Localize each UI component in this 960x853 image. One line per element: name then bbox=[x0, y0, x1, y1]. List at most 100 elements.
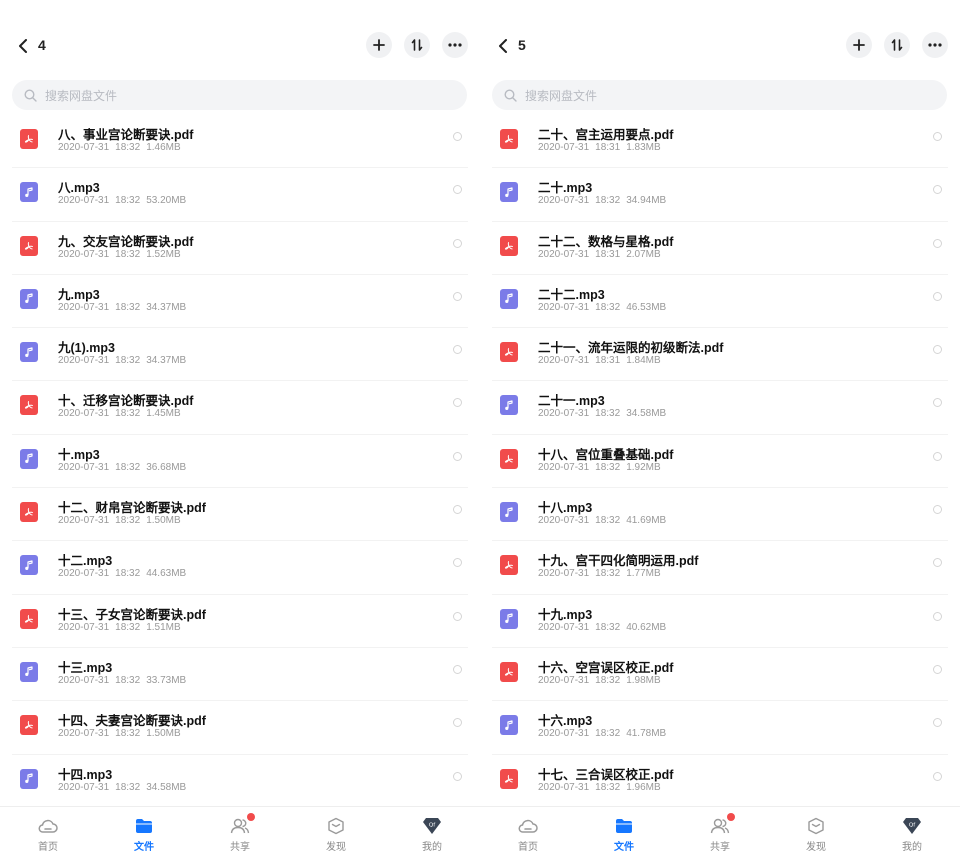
select-radio[interactable] bbox=[933, 611, 942, 621]
file-time: 18:32 bbox=[595, 568, 621, 580]
select-radio[interactable] bbox=[453, 505, 462, 515]
tab-files[interactable]: 文件 bbox=[124, 817, 164, 853]
tab-files[interactable]: 文件 bbox=[604, 817, 644, 853]
file-name: 十四、夫妻宫论断要诀.pdf bbox=[58, 714, 206, 729]
file-row[interactable]: 十.mp3 2020-07-31 18:32 36.68MB bbox=[12, 435, 468, 489]
file-row[interactable]: 八、事业宫论断要诀.pdf 2020-07-31 18:32 1.46MB bbox=[12, 115, 468, 169]
file-type-icon bbox=[20, 661, 38, 682]
sort-button[interactable] bbox=[884, 32, 910, 58]
select-radio[interactable] bbox=[933, 718, 942, 728]
file-row[interactable]: 二十.mp3 2020-07-31 18:32 34.94MB bbox=[492, 168, 948, 222]
select-radio[interactable] bbox=[453, 664, 462, 674]
more-button[interactable] bbox=[922, 32, 948, 58]
plus-icon bbox=[373, 39, 385, 51]
select-radio[interactable] bbox=[933, 451, 942, 461]
file-row[interactable]: 二十二.mp3 2020-07-31 18:32 46.53MB bbox=[492, 275, 948, 329]
add-button[interactable] bbox=[846, 32, 872, 58]
file-row[interactable]: 九(1).mp3 2020-07-31 18:32 34.37MB bbox=[12, 328, 468, 382]
tab-home[interactable]: 首页 bbox=[508, 817, 548, 853]
file-row[interactable]: 十九.mp3 2020-07-31 18:32 40.62MB bbox=[492, 595, 948, 648]
select-radio[interactable] bbox=[453, 345, 462, 355]
select-radio[interactable] bbox=[933, 664, 942, 674]
file-name: 十.mp3 bbox=[58, 447, 100, 462]
file-row[interactable]: 十六.mp3 2020-07-31 18:32 41.78MB bbox=[492, 701, 948, 755]
file-type-icon bbox=[20, 235, 38, 256]
tab-mine[interactable]: Qf 我的 bbox=[892, 817, 932, 853]
file-row[interactable]: 十二、财帛宫论断要诀.pdf 2020-07-31 18:32 1.50MB bbox=[12, 488, 468, 542]
select-radio[interactable] bbox=[933, 398, 942, 408]
select-radio[interactable] bbox=[453, 185, 462, 195]
file-size: 1.77MB bbox=[626, 568, 661, 580]
file-date: 2020-07-31 bbox=[58, 781, 110, 793]
tab-discover[interactable]: 发现 bbox=[796, 817, 836, 853]
file-time: 18:31 bbox=[595, 142, 621, 153]
tab-discover[interactable]: 发现 bbox=[316, 817, 356, 853]
select-radio[interactable] bbox=[933, 345, 942, 355]
file-row[interactable]: 十、迁移宫论断要诀.pdf 2020-07-31 18:32 1.45MB bbox=[12, 381, 468, 435]
file-row[interactable]: 二十一、流年运限的初级断法.pdf 2020-07-31 18:31 1.84MB bbox=[492, 328, 948, 382]
select-radio[interactable] bbox=[933, 238, 942, 248]
pdf-icon bbox=[504, 774, 513, 783]
file-row[interactable]: 十六、空宫误区校正.pdf 2020-07-31 18:32 1.98MB bbox=[492, 648, 948, 702]
file-name: 十八.mp3 bbox=[538, 501, 593, 516]
file-name: 十三.mp3 bbox=[58, 660, 113, 675]
file-row[interactable]: 十三、子女宫论断要诀.pdf 2020-07-31 18:32 1.51MB bbox=[12, 595, 468, 648]
back-button[interactable] bbox=[494, 36, 512, 56]
file-size: 2.07MB bbox=[626, 248, 661, 260]
file-row[interactable]: 二十一.mp3 2020-07-31 18:32 34.58MB bbox=[492, 381, 948, 435]
tab-share[interactable]: 共享 bbox=[700, 813, 740, 853]
file-type-icon bbox=[500, 129, 518, 149]
file-name: 八.mp3 bbox=[58, 181, 100, 196]
select-radio[interactable] bbox=[453, 558, 462, 568]
select-radio[interactable] bbox=[453, 291, 462, 301]
file-size: 1.83MB bbox=[626, 142, 661, 153]
file-row[interactable]: 十七、三合误区校正.pdf 2020-07-31 18:32 1.96MB bbox=[492, 755, 948, 808]
sort-button[interactable] bbox=[404, 32, 430, 58]
file-size: 1.84MB bbox=[626, 355, 661, 367]
file-date: 2020-07-31 bbox=[58, 515, 110, 527]
music-note-icon bbox=[25, 187, 33, 197]
file-row[interactable]: 二十二、数格与星格.pdf 2020-07-31 18:31 2.07MB bbox=[492, 222, 948, 275]
select-radio[interactable] bbox=[453, 132, 462, 141]
tab-home[interactable]: 首页 bbox=[28, 817, 68, 853]
file-row[interactable]: 十二.mp3 2020-07-31 18:32 44.63MB bbox=[12, 541, 468, 595]
tab-share[interactable]: 共享 bbox=[220, 813, 260, 853]
file-time: 18:32 bbox=[115, 621, 141, 633]
file-row[interactable]: 十四、夫妻宫论断要诀.pdf 2020-07-31 18:32 1.50MB bbox=[12, 701, 468, 755]
select-radio[interactable] bbox=[453, 771, 462, 781]
add-button[interactable] bbox=[366, 32, 392, 58]
search-input[interactable]: 搜索网盘文件 bbox=[492, 80, 947, 110]
file-row[interactable]: 十三.mp3 2020-07-31 18:32 33.73MB bbox=[12, 648, 468, 702]
select-radio[interactable] bbox=[933, 185, 942, 195]
search-placeholder: 搜索网盘文件 bbox=[45, 88, 118, 103]
select-radio[interactable] bbox=[453, 238, 462, 248]
file-row[interactable]: 十四.mp3 2020-07-31 18:32 34.58MB bbox=[12, 755, 468, 808]
file-row[interactable]: 十八、宫位重叠基础.pdf 2020-07-31 18:32 1.92MB bbox=[492, 435, 948, 489]
back-button[interactable] bbox=[14, 36, 32, 56]
pdf-icon bbox=[504, 454, 513, 463]
select-radio[interactable] bbox=[453, 611, 462, 621]
search-input[interactable]: 搜索网盘文件 bbox=[12, 80, 467, 110]
tab-mine[interactable]: Qf 我的 bbox=[412, 817, 452, 853]
file-date: 2020-07-31 bbox=[538, 781, 590, 793]
select-radio[interactable] bbox=[933, 771, 942, 781]
file-size: 36.68MB bbox=[146, 461, 187, 473]
file-row[interactable]: 九、交友宫论断要诀.pdf 2020-07-31 18:32 1.52MB bbox=[12, 222, 468, 275]
select-radio[interactable] bbox=[933, 132, 942, 141]
file-meta: 2020-07-31 18:32 34.58MB bbox=[538, 408, 672, 419]
file-row[interactable]: 十八.mp3 2020-07-31 18:32 41.69MB bbox=[492, 488, 948, 542]
file-row[interactable]: 八.mp3 2020-07-31 18:32 53.20MB bbox=[12, 168, 468, 222]
pdf-icon bbox=[24, 241, 33, 250]
file-row[interactable]: 十九、宫干四化简明运用.pdf 2020-07-31 18:32 1.77MB bbox=[492, 541, 948, 595]
file-row[interactable]: 二十、宫主运用要点.pdf 2020-07-31 18:31 1.83MB bbox=[492, 115, 948, 169]
file-time: 18:32 bbox=[595, 301, 621, 313]
file-row[interactable]: 九.mp3 2020-07-31 18:32 34.37MB bbox=[12, 275, 468, 329]
select-radio[interactable] bbox=[453, 451, 462, 461]
file-time: 18:32 bbox=[595, 728, 621, 740]
select-radio[interactable] bbox=[933, 558, 942, 568]
more-button[interactable] bbox=[442, 32, 468, 58]
select-radio[interactable] bbox=[933, 291, 942, 301]
select-radio[interactable] bbox=[453, 718, 462, 728]
select-radio[interactable] bbox=[453, 398, 462, 408]
select-radio[interactable] bbox=[933, 505, 942, 515]
